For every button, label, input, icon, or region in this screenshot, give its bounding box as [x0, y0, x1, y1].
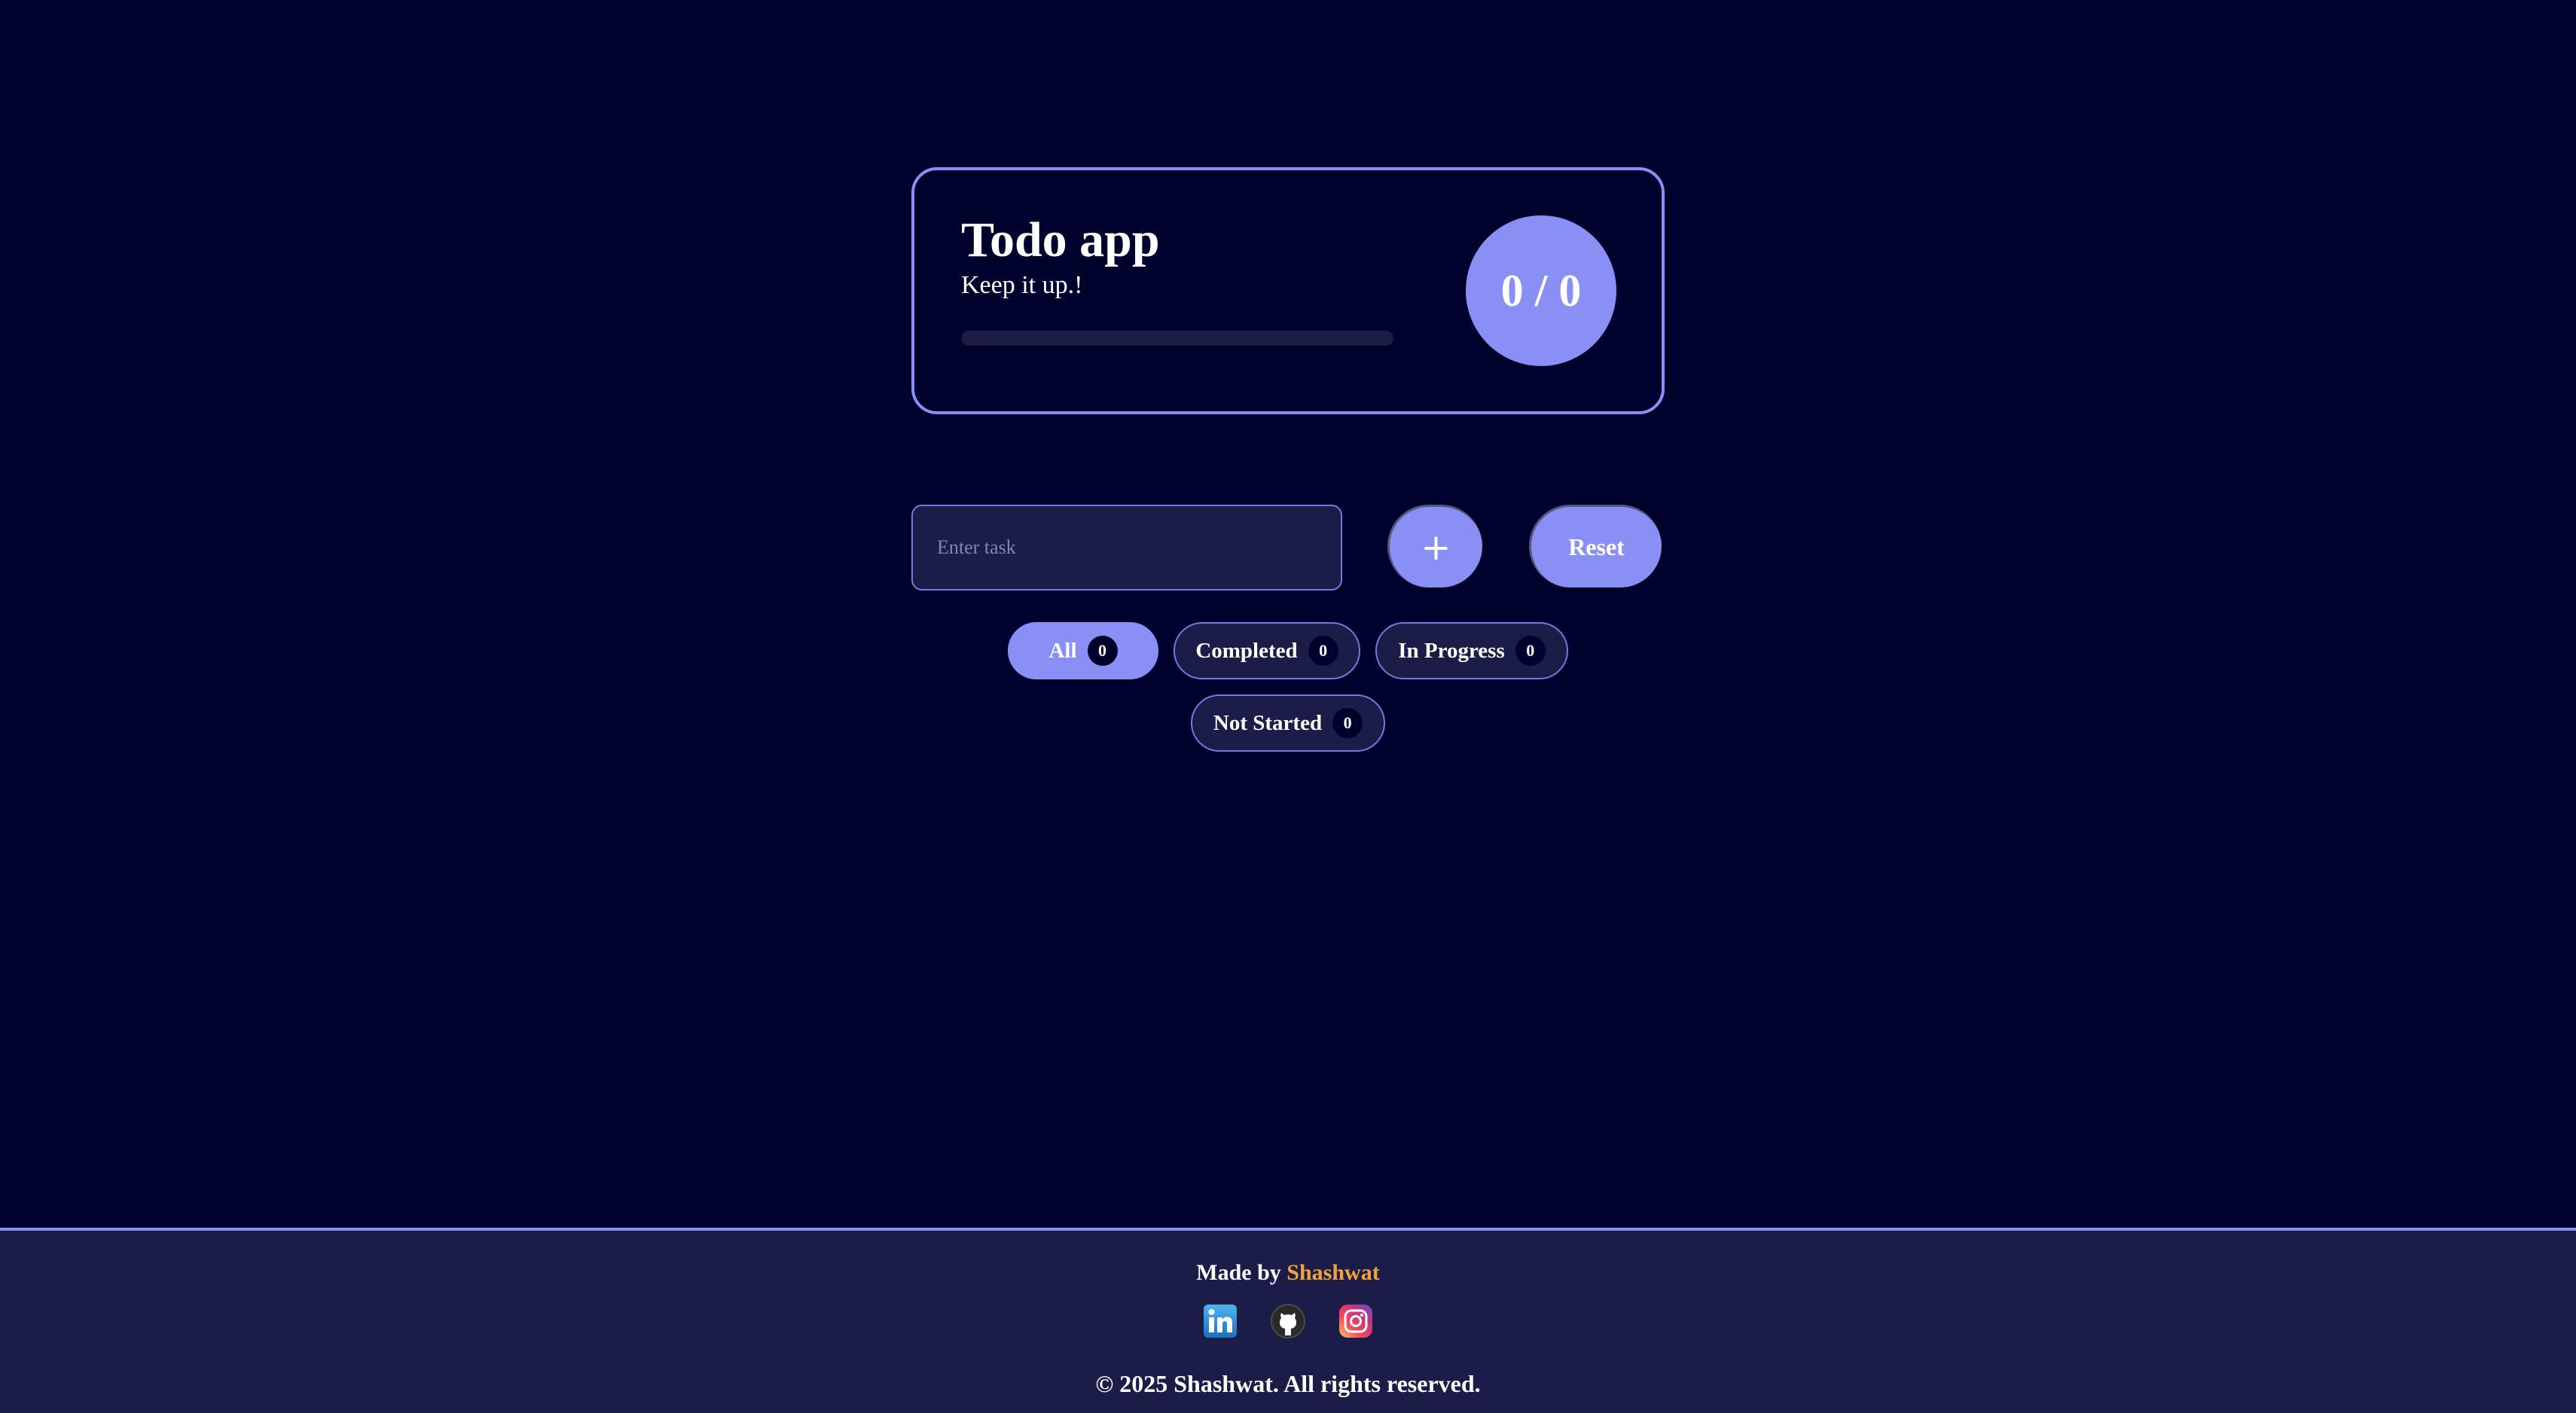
filter-label: Not Started — [1213, 710, 1323, 735]
github-icon[interactable] — [1270, 1303, 1306, 1339]
filter-all-button[interactable]: All 0 — [1008, 622, 1158, 679]
filter-label: In Progress — [1398, 638, 1505, 663]
instagram-icon[interactable] — [1338, 1303, 1374, 1339]
filter-in-progress-button[interactable]: In Progress 0 — [1375, 622, 1568, 679]
filter-count-badge: 0 — [1308, 636, 1338, 666]
copyright-text: © 2025 Shashwat. All rights reserved. — [1095, 1370, 1481, 1397]
filter-count-badge: 0 — [1515, 636, 1546, 666]
filter-not-started-button[interactable]: Not Started 0 — [1191, 694, 1385, 752]
task-input[interactable] — [911, 505, 1342, 591]
author-name: Shashwat — [1286, 1260, 1380, 1285]
task-counter: 0 / 0 — [1466, 215, 1616, 366]
todo-page: Todo app Keep it up.! 0 / 0 + Reset All … — [0, 0, 2576, 1413]
summary-card: Todo app Keep it up.! 0 / 0 — [911, 167, 1665, 414]
linkedin-icon[interactable] — [1202, 1303, 1238, 1339]
filter-completed-button[interactable]: Completed 0 — [1174, 622, 1360, 679]
social-links — [0, 1303, 2576, 1339]
app-subtitle: Keep it up.! — [961, 271, 1083, 299]
made-by-prefix: Made by — [1196, 1260, 1281, 1285]
add-task-button[interactable]: + — [1387, 505, 1482, 587]
filter-count-badge: 0 — [1332, 708, 1363, 738]
reset-button[interactable]: Reset — [1529, 505, 1662, 587]
filter-label: Completed — [1195, 638, 1298, 663]
filter-count-badge: 0 — [1087, 636, 1118, 666]
progress-bar — [961, 331, 1393, 346]
footer: Made by Shashwat © 2025 Shashwat. All ri… — [0, 1228, 2576, 1413]
made-by-text: Made by Shashwat — [0, 1259, 2576, 1286]
app-title: Todo app — [961, 212, 1160, 267]
filter-label: All — [1048, 638, 1077, 663]
